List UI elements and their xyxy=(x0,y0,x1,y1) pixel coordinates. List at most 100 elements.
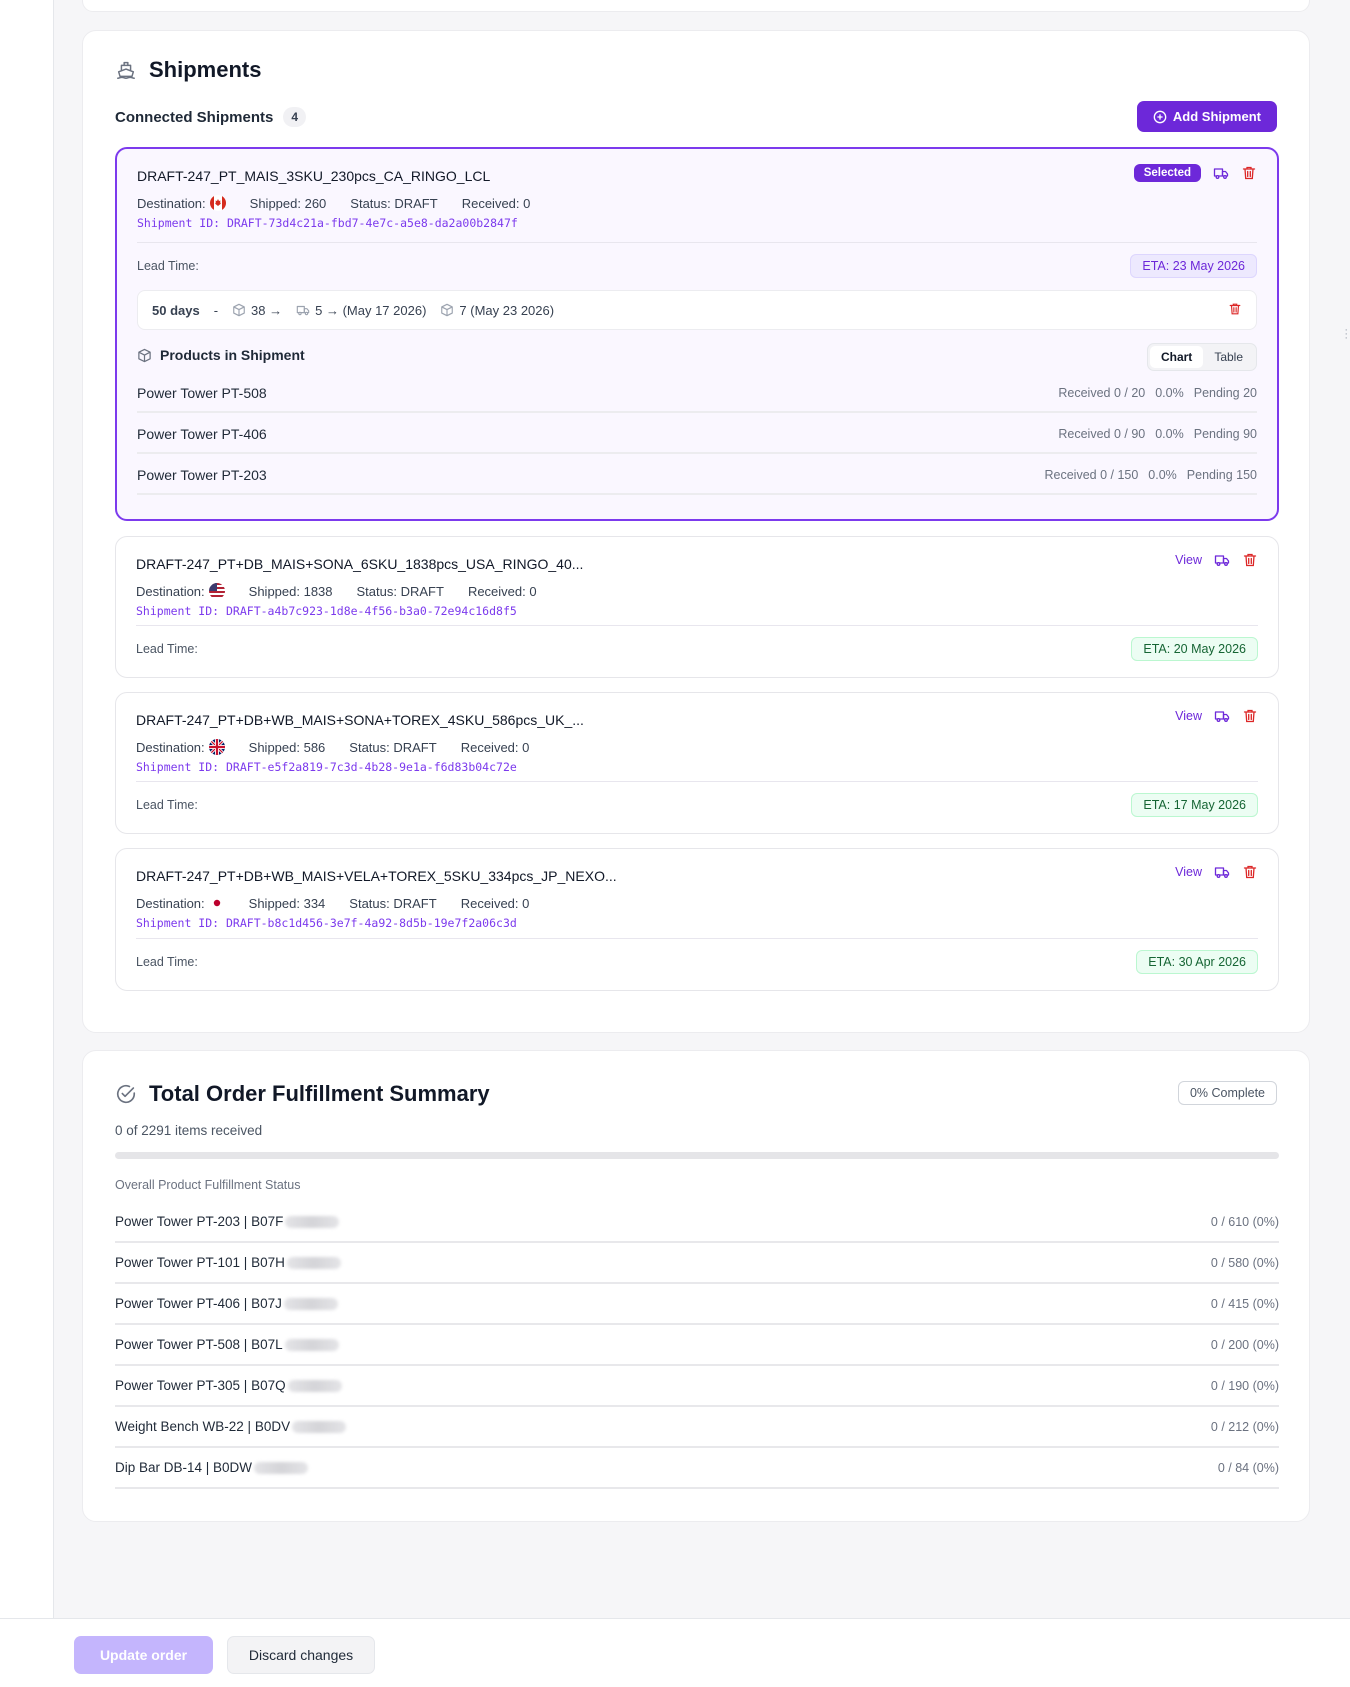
discard-changes-button[interactable]: Discard changes xyxy=(227,1636,375,1674)
summary-product: Power Tower PT-203 | B07F xyxy=(115,1214,340,1229)
shipment-name: DRAFT-247_PT+DB+WB_MAIS+VELA+TOREX_5SKU_… xyxy=(136,868,617,884)
summary-product: Dip Bar DB-14 | B0DW xyxy=(115,1460,309,1475)
eta-badge: ETA: 17 May 2026 xyxy=(1131,793,1258,817)
products-title: Products in Shipment xyxy=(160,347,305,363)
product-row: Power Tower PT-203 Received 0 / 150 0.0%… xyxy=(137,456,1257,495)
check-circle-icon xyxy=(116,1085,136,1103)
view-toggle: Chart Table xyxy=(1146,343,1257,371)
product-percent: 0.0% xyxy=(1148,467,1177,482)
truck-icon[interactable] xyxy=(1214,708,1230,724)
redacted-asin xyxy=(287,1380,342,1393)
plus-circle-icon xyxy=(1153,110,1167,123)
complete-badge: 0% Complete xyxy=(1177,1081,1277,1105)
shipment-actions: View xyxy=(1175,552,1258,568)
connected-shipments: Connected Shipments 4 xyxy=(115,107,307,127)
summary-product-name: Power Tower PT-203 | B07F xyxy=(115,1214,284,1229)
view-link[interactable]: View xyxy=(1175,709,1202,723)
shipment-card[interactable]: DRAFT-247_PT+DB_MAIS+SONA_6SKU_1838pcs_U… xyxy=(115,536,1279,678)
product-pending: Pending 20 xyxy=(1193,385,1257,400)
received-count: Received: 0 xyxy=(467,583,537,599)
product-received: Received 0 / 20 xyxy=(1058,385,1146,400)
trash-icon[interactable] xyxy=(1241,165,1257,181)
add-shipment-label: Add Shipment xyxy=(1172,109,1261,124)
lead-time-label: Lead Time: xyxy=(136,955,198,969)
box-icon xyxy=(233,303,245,317)
product-name: Power Tower PT-406 xyxy=(137,425,267,442)
product-row: Power Tower PT-508 Received 0 / 20 0.0% … xyxy=(137,374,1257,413)
destination-label: Destination: xyxy=(137,195,206,211)
product-name: Power Tower PT-203 xyxy=(137,466,267,483)
trash-icon[interactable] xyxy=(1242,708,1258,724)
left-sidebar xyxy=(0,0,54,1687)
trash-icon[interactable] xyxy=(1228,302,1242,316)
summary-product-name: Power Tower PT-101 | B07H xyxy=(115,1255,285,1270)
summary-row: Power Tower PT-508 | B07L 0 / 200 (0%) xyxy=(115,1325,1279,1366)
toggle-table[interactable]: Table xyxy=(1203,346,1254,368)
trash-icon[interactable] xyxy=(1242,552,1258,568)
shipment-meta: Destination: Shipped: 334 Status: DRAFT … xyxy=(136,895,553,911)
connected-label: Connected Shipments xyxy=(115,108,274,126)
lead-time-label: Lead Time: xyxy=(137,259,199,273)
product-received: Received 0 / 90 xyxy=(1058,426,1146,441)
shipment-id: Shipment ID: DRAFT-73d4c21a-fbd7-4e7c-a5… xyxy=(137,216,518,230)
redacted-asin xyxy=(292,1421,347,1434)
redacted-asin xyxy=(285,1216,340,1229)
summary-value: 0 / 610 (0%) xyxy=(1210,1214,1279,1229)
overall-status-label: Overall Product Fulfillment Status xyxy=(115,1178,301,1192)
shipment-id: Shipment ID: DRAFT-a4b7c923-1d8e-4f56-b3… xyxy=(136,604,517,618)
redacted-asin xyxy=(286,1257,341,1270)
view-link[interactable]: View xyxy=(1175,865,1202,879)
shipment-card-selected[interactable]: DRAFT-247_PT_MAIS_3SKU_230pcs_CA_RINGO_L… xyxy=(115,147,1279,521)
shipments-card: Shipments Connected Shipments 4 Add Ship… xyxy=(82,30,1310,1033)
product-stats: Received 0 / 20 0.0% Pending 20 xyxy=(1058,386,1257,400)
summary-value: 0 / 212 (0%) xyxy=(1210,1419,1279,1434)
destination-label: Destination: xyxy=(136,739,205,755)
resize-handle[interactable]: · · · xyxy=(1344,325,1348,344)
product-percent: 0.0% xyxy=(1155,385,1184,400)
truck-icon[interactable] xyxy=(1213,165,1229,181)
shipment-card[interactable]: DRAFT-247_PT+DB+WB_MAIS+SONA+TOREX_4SKU_… xyxy=(115,692,1279,834)
truck-icon[interactable] xyxy=(1214,552,1230,568)
product-stats: Received 0 / 90 0.0% Pending 90 xyxy=(1058,427,1257,441)
connected-count-badge: 4 xyxy=(283,107,307,127)
shipment-status: Status: DRAFT xyxy=(356,583,444,599)
toggle-chart[interactable]: Chart xyxy=(1149,346,1204,368)
summary-value: 0 / 84 (0%) xyxy=(1217,1460,1279,1475)
destination: Destination: xyxy=(136,739,225,755)
japan-flag-icon xyxy=(208,895,225,911)
lead-time-label: Lead Time: xyxy=(136,642,198,656)
summary-product-name: Dip Bar DB-14 | B0DW xyxy=(115,1460,253,1475)
shipped-count: Shipped: 1838 xyxy=(248,583,333,599)
lead-days: 50 days xyxy=(152,302,200,318)
fulfillment-summary-card: Total Order Fulfillment Summary 0% Compl… xyxy=(82,1050,1310,1522)
shipment-status: Status: DRAFT xyxy=(349,739,437,755)
redacted-asin xyxy=(284,1339,339,1352)
shipment-actions: View xyxy=(1175,864,1258,880)
shipment-card[interactable]: DRAFT-247_PT+DB+WB_MAIS+VELA+TOREX_5SKU_… xyxy=(115,848,1279,991)
box-icon xyxy=(441,303,454,317)
shipped-count: Shipped: 260 xyxy=(249,195,327,211)
lead-seg1-text: 38 → xyxy=(251,302,283,318)
update-order-button[interactable]: Update order xyxy=(74,1636,213,1674)
shipment-id: Shipment ID: DRAFT-e5f2a819-7c3d-4b28-9e… xyxy=(136,760,517,774)
view-link[interactable]: View xyxy=(1175,553,1202,567)
shipped-count: Shipped: 334 xyxy=(248,895,326,911)
add-shipment-button[interactable]: Add Shipment xyxy=(1136,101,1277,132)
redacted-asin xyxy=(254,1462,309,1475)
summary-row: Weight Bench WB-22 | B0DV 0 / 212 (0%) xyxy=(115,1407,1279,1448)
eta-badge: ETA: 20 May 2026 xyxy=(1131,637,1258,661)
trash-icon[interactable] xyxy=(1242,864,1258,880)
truck-icon[interactable] xyxy=(1214,864,1230,880)
shipment-name: DRAFT-247_PT+DB+WB_MAIS+SONA+TOREX_4SKU_… xyxy=(136,712,584,728)
product-row: Power Tower PT-406 Received 0 / 90 0.0% … xyxy=(137,415,1257,454)
summary-product-name: Power Tower PT-508 | B07L xyxy=(115,1337,283,1352)
product-received: Received 0 / 150 xyxy=(1044,467,1139,482)
shipments-header: Shipments xyxy=(115,57,261,83)
truck-icon xyxy=(296,305,310,316)
divider xyxy=(137,242,1257,243)
shipment-actions: View xyxy=(1175,708,1258,724)
shipment-name: DRAFT-247_PT_MAIS_3SKU_230pcs_CA_RINGO_L… xyxy=(137,168,491,184)
overall-progress-bar xyxy=(115,1152,1279,1159)
eta-badge: ETA: 23 May 2026 xyxy=(1130,254,1257,278)
summary-row: Power Tower PT-203 | B07F 0 / 610 (0%) xyxy=(115,1202,1279,1243)
